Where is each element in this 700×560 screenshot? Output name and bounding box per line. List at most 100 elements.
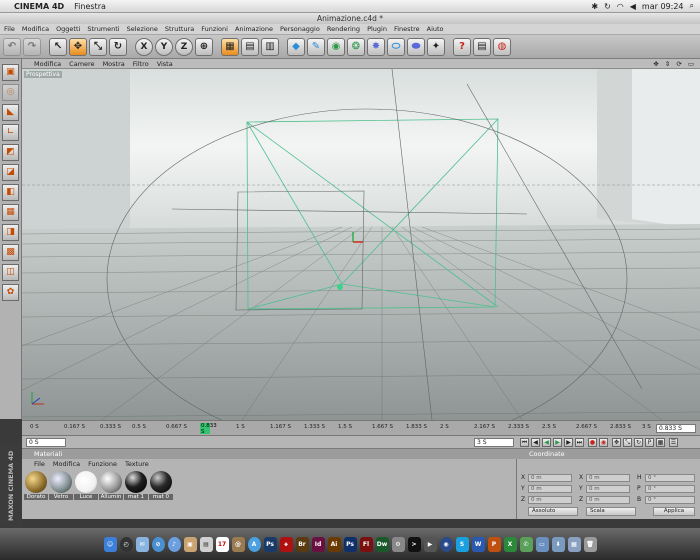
scene-icon[interactable]: ⬭: [387, 37, 405, 56]
rotate-icon[interactable]: ↻: [109, 37, 127, 56]
material-item[interactable]: mat 0: [149, 471, 173, 500]
array-icon[interactable]: ❂: [347, 37, 365, 56]
mat-menu-modifica[interactable]: Modifica: [53, 459, 80, 469]
dock-apps-icon[interactable]: ▦: [567, 536, 581, 552]
material-item[interactable]: Allumin: [99, 471, 123, 500]
timeline-playhead[interactable]: 0.833 S: [200, 423, 217, 435]
move-icon[interactable]: ✥: [69, 37, 87, 56]
texture-axis-icon[interactable]: ▩: [2, 244, 19, 261]
axis-z-button[interactable]: Z: [175, 37, 193, 56]
spline-icon[interactable]: ✎: [307, 37, 325, 56]
dock-photoshop-cs-icon[interactable]: Ps: [343, 536, 357, 552]
use-polygons-mode-icon[interactable]: ◧: [2, 184, 19, 201]
perspective-viewport[interactable]: Prospettiva: [22, 69, 700, 420]
menu-oggetti[interactable]: Oggetti: [56, 24, 80, 34]
nurbs-icon[interactable]: ◉: [327, 37, 345, 56]
menu-plugin[interactable]: Plugin: [367, 24, 387, 34]
dock-powerpoint-icon[interactable]: P: [487, 536, 501, 552]
cube-primitive-icon[interactable]: ◆: [287, 37, 305, 56]
dock-bridge-icon[interactable]: Br: [295, 536, 309, 552]
use-texture-mode-icon[interactable]: ◣: [2, 104, 19, 121]
use-object-mode-icon[interactable]: ◎: [2, 84, 19, 101]
menu-animazione[interactable]: Animazione: [235, 24, 273, 34]
vp-menu-modifica[interactable]: Modifica: [34, 59, 61, 68]
menu-aiuto[interactable]: Aiuto: [427, 24, 444, 34]
app-name-menu[interactable]: CINEMA 4D: [14, 2, 64, 11]
dock-acrobat-icon[interactable]: ⚹: [279, 536, 293, 552]
start-time-field[interactable]: 0 S: [26, 438, 66, 447]
dock-trash-icon[interactable]: 🗑: [583, 536, 597, 552]
dock-flash-icon[interactable]: Fl: [359, 536, 373, 552]
vp-menu-mostra[interactable]: Mostra: [103, 59, 125, 68]
menu-file[interactable]: File: [4, 24, 15, 34]
animation-mode-icon[interactable]: ▦: [2, 204, 19, 221]
scale-icon[interactable]: ⤡: [89, 37, 107, 56]
dock-cinema4d-icon[interactable]: ◉: [439, 536, 453, 552]
coord-scale-dropdown[interactable]: Scala: [586, 507, 636, 516]
autokey-icon[interactable]: ◉: [599, 438, 608, 447]
use-axis-mode-icon[interactable]: ∟: [2, 124, 19, 141]
menu-selezione[interactable]: Selezione: [127, 24, 158, 34]
material-item[interactable]: Vetro: [49, 471, 73, 500]
render-view-icon[interactable]: ▦: [221, 37, 239, 56]
undo-icon[interactable]: ↶: [3, 37, 21, 56]
rot-h-field[interactable]: 0 °: [645, 474, 695, 482]
redo-icon[interactable]: ↷: [23, 37, 41, 56]
dock-downloads-icon[interactable]: ⬇: [551, 536, 565, 552]
go-to-end-icon[interactable]: ⏭: [575, 438, 584, 447]
dock-folder-icon[interactable]: ▭: [535, 536, 549, 552]
vp-menu-filtro[interactable]: Filtro: [133, 59, 149, 68]
menu-funzioni[interactable]: Funzioni: [201, 24, 228, 34]
play-backward-icon[interactable]: ◀: [542, 438, 551, 447]
play-forward-icon[interactable]: ▶: [553, 438, 562, 447]
use-edges-mode-icon[interactable]: ◪: [2, 164, 19, 181]
dock-terminal-icon[interactable]: >: [407, 536, 421, 552]
next-key-icon[interactable]: ▶: [564, 438, 573, 447]
key-rotation-icon[interactable]: ↻: [634, 438, 643, 447]
mat-menu-texture[interactable]: Texture: [125, 459, 149, 469]
axis-y-button[interactable]: Y: [155, 37, 173, 56]
menubar-clock[interactable]: mar 09:24: [642, 2, 684, 11]
size-x-field[interactable]: 0 m: [586, 474, 630, 482]
layout-icon[interactable]: ◍: [493, 37, 511, 56]
render-settings-icon[interactable]: ▥: [261, 37, 279, 56]
material-item[interactable]: Dorato: [24, 471, 48, 500]
dock-preview-icon[interactable]: ▤: [199, 536, 213, 552]
menu-struttura[interactable]: Struttura: [165, 24, 194, 34]
size-z-field[interactable]: 0 m: [586, 496, 630, 504]
dock-utility-icon[interactable]: ⚙: [391, 536, 405, 552]
pos-z-field[interactable]: 0 m: [528, 496, 572, 504]
sync-icon[interactable]: ↻: [604, 2, 611, 11]
use-points-mode-icon[interactable]: ◩: [2, 144, 19, 161]
deformer-icon[interactable]: ✸: [367, 37, 385, 56]
menu-rendering[interactable]: Rendering: [327, 24, 360, 34]
prev-key-icon[interactable]: ◀: [531, 438, 540, 447]
dock-safari-icon[interactable]: ⊘: [151, 536, 165, 552]
pos-y-field[interactable]: 0 m: [528, 485, 572, 493]
coordinate-system-icon[interactable]: ⊕: [195, 37, 213, 56]
menu-personaggio[interactable]: Personaggio: [280, 24, 320, 34]
mat-menu-file[interactable]: File: [34, 459, 45, 469]
palette-icon[interactable]: ▤: [473, 37, 491, 56]
render-picture-viewer-icon[interactable]: ▤: [241, 37, 259, 56]
rot-b-field[interactable]: 0 °: [645, 496, 695, 504]
coord-mode-dropdown[interactable]: Assoluto: [528, 507, 578, 516]
menu-modifica[interactable]: Modifica: [22, 24, 49, 34]
material-item[interactable]: mat 1: [124, 471, 148, 500]
key-scale-icon[interactable]: ⤡: [623, 438, 632, 447]
viewport-nav-icons[interactable]: ✥ ⇕ ⟳ ▭: [653, 59, 700, 68]
axis-x-button[interactable]: X: [135, 37, 153, 56]
key-position-icon[interactable]: ✥: [612, 438, 621, 447]
dock-appstore-icon[interactable]: A: [247, 536, 261, 552]
camera-icon[interactable]: ⬬: [407, 37, 425, 56]
dock-dashboard-icon[interactable]: ◴: [119, 536, 133, 552]
tweak-mode-icon[interactable]: ◨: [2, 224, 19, 241]
go-to-start-icon[interactable]: ⏮: [520, 438, 529, 447]
spotlight-icon[interactable]: ⌕: [690, 1, 694, 11]
key-pla-icon[interactable]: ▦: [656, 438, 665, 447]
dock-calendar-icon[interactable]: 17: [215, 536, 229, 552]
dock-skype-icon[interactable]: S: [455, 536, 469, 552]
mat-menu-funzione[interactable]: Funzione: [88, 459, 117, 469]
live-selection-icon[interactable]: ↖: [49, 37, 67, 56]
vp-menu-vista[interactable]: Vista: [157, 59, 173, 68]
